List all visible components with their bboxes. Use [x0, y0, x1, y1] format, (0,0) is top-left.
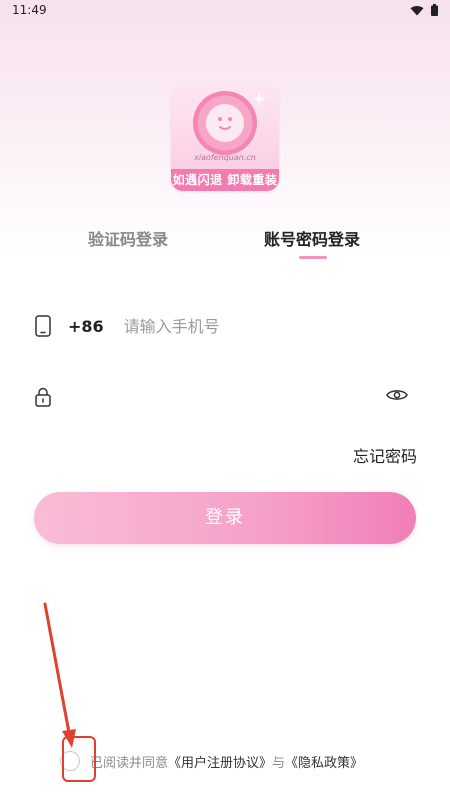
tab-password-login[interactable]: 账号密码登录	[264, 226, 360, 250]
logo-face-icon	[206, 104, 244, 142]
country-code[interactable]: +86	[68, 317, 104, 336]
user-agreement-link[interactable]: 《用户注册协议》	[168, 756, 272, 771]
wifi-icon	[410, 5, 424, 15]
privacy-policy-link[interactable]: 《隐私政策》	[285, 756, 363, 771]
annotation-highlight-box	[62, 736, 96, 782]
login-button[interactable]: 登录	[34, 492, 416, 544]
status-bar: 11:49	[0, 0, 450, 22]
forgot-password-link[interactable]: 忘记密码	[353, 443, 417, 467]
password-row	[34, 377, 416, 417]
password-input[interactable]	[70, 387, 416, 407]
logo-site-text: xiaofenquan.cn	[194, 153, 256, 162]
logo-band-text: 如遇闪退 卸载重装	[171, 169, 279, 191]
active-tab-indicator	[299, 256, 327, 259]
status-icons	[410, 4, 438, 16]
login-tabs: 验证码登录 账号密码登录	[0, 226, 450, 266]
phone-input[interactable]	[123, 316, 416, 336]
app-logo: xiaofenquan.cn 如遇闪退 卸载重装	[171, 83, 279, 191]
status-time: 11:49	[12, 3, 47, 17]
eye-icon[interactable]	[386, 387, 408, 403]
battery-icon	[431, 4, 438, 16]
sparkle-icon	[251, 91, 267, 107]
agreement-connector: 与	[272, 755, 286, 771]
phone-row: +86	[34, 306, 416, 346]
lock-icon	[35, 387, 51, 407]
phone-icon	[35, 315, 51, 337]
agreement-prefix: 已阅读并同意	[90, 755, 169, 771]
tab-sms-login[interactable]: 验证码登录	[88, 226, 168, 250]
agreement-row: 已阅读并同意《用户注册协议》与《隐私政策》	[60, 750, 363, 772]
agreement-text: 已阅读并同意《用户注册协议》与《隐私政策》	[90, 752, 363, 771]
